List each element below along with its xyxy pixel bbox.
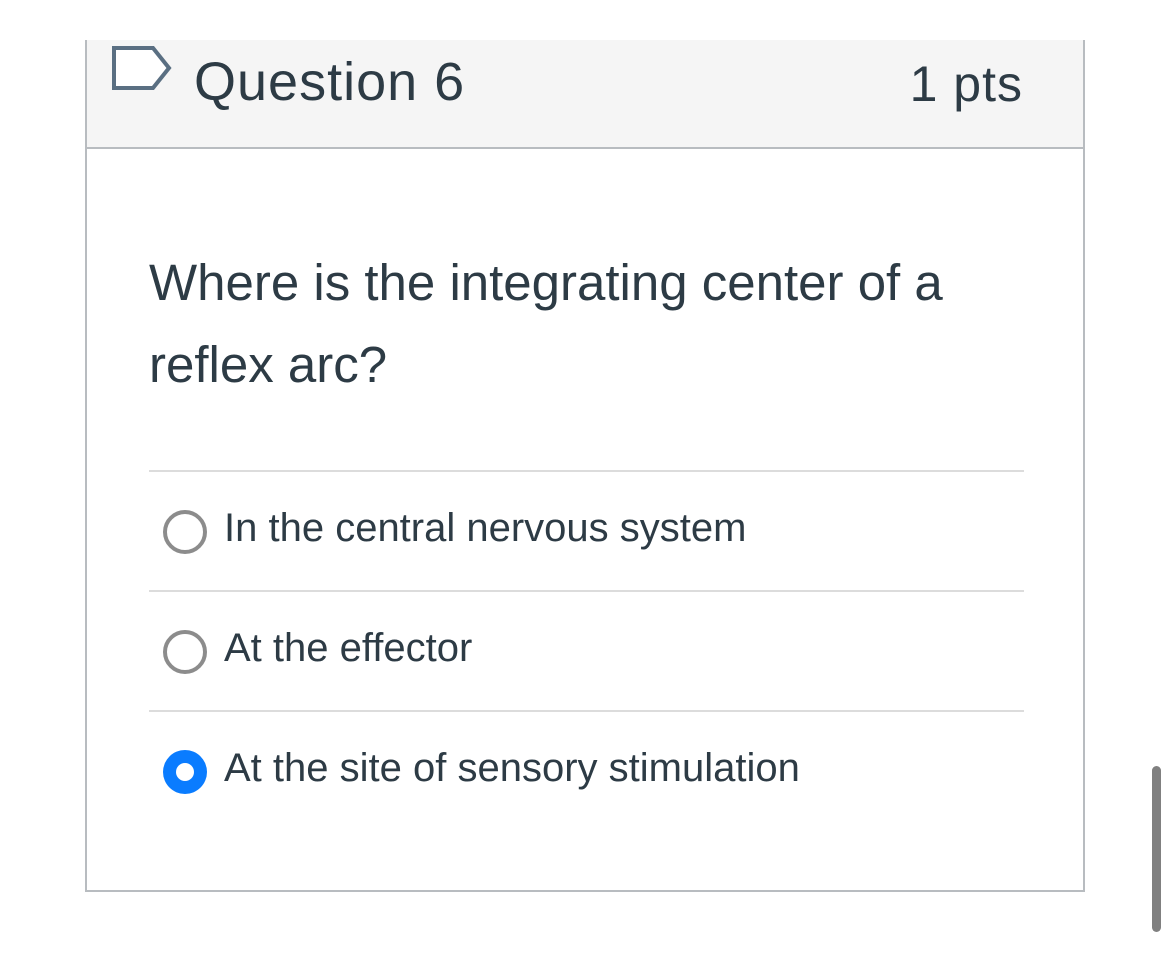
answer-option[interactable]: At the site of sensory stimulation — [149, 710, 1024, 830]
question-points: 1 pts — [909, 56, 1023, 112]
question-text: Where is the integrating center of a ref… — [149, 254, 943, 393]
radio-button[interactable] — [163, 630, 207, 674]
scrollbar[interactable] — [1152, 766, 1161, 932]
radio-button-selected[interactable] — [163, 750, 207, 794]
answer-option[interactable]: At the effector — [149, 590, 1024, 710]
question-title: Question 6 — [194, 52, 466, 112]
question-card: Question 6 1 pts Where is the integratin… — [85, 40, 1085, 892]
answer-list: In the central nervous system At the eff… — [149, 470, 1024, 830]
answer-label: At the site of sensory stimulation — [224, 746, 800, 790]
answer-label: In the central nervous system — [224, 506, 747, 550]
question-header: Question 6 1 pts — [87, 40, 1083, 149]
radio-button[interactable] — [163, 510, 207, 554]
answer-option[interactable]: In the central nervous system — [149, 470, 1024, 590]
answer-label: At the effector — [224, 626, 473, 670]
flag-question-icon[interactable] — [111, 42, 175, 94]
